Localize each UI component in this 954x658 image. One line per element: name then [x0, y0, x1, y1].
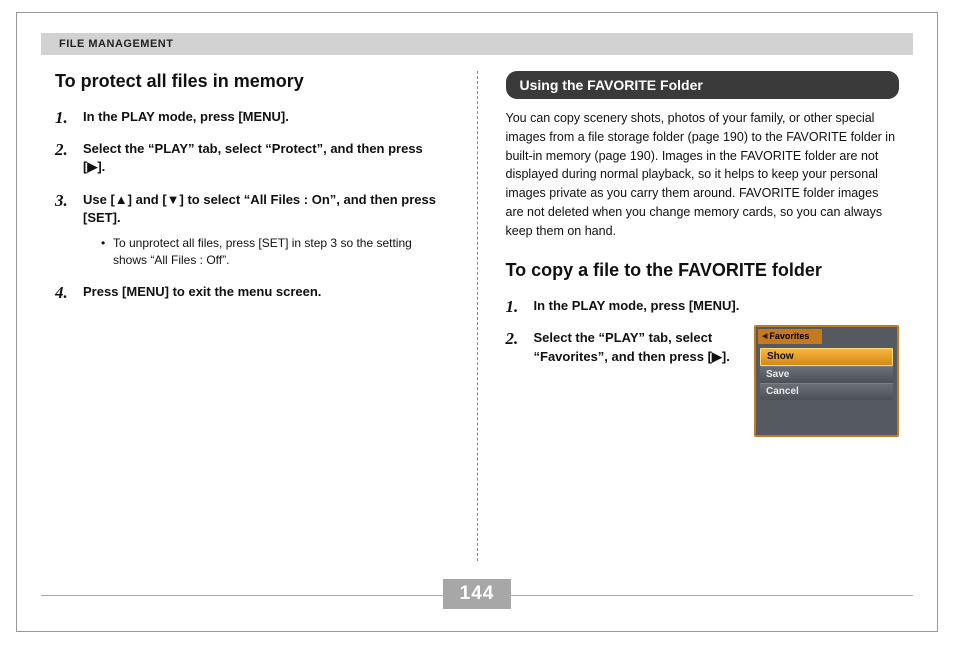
step-text: In the PLAY mode, press [MENU].	[534, 298, 740, 313]
right-heading: To copy a file to the FAVORITE folder	[506, 260, 900, 281]
step-item: Select the “PLAY” tab, select “Favorites…	[506, 329, 900, 437]
section-header-band: FILE MANAGEMENT	[41, 33, 913, 55]
menu-item-cancel: Cancel	[760, 383, 893, 400]
step-text: Select the “PLAY” tab, select “Protect”,…	[83, 141, 423, 174]
manual-page: FILE MANAGEMENT To protect all files in …	[16, 12, 938, 632]
favorite-body-text: You can copy scenery shots, photos of yo…	[506, 109, 900, 240]
step-item: In the PLAY mode, press [MENU].	[506, 297, 900, 315]
step-note: To unprotect all files, press [SET] in s…	[101, 235, 449, 269]
step-item: In the PLAY mode, press [MENU].	[55, 108, 449, 126]
page-number: 144	[443, 579, 511, 609]
step-note-list: To unprotect all files, press [SET] in s…	[83, 235, 449, 269]
left-column: To protect all files in memory In the PL…	[55, 71, 449, 561]
step-text: Press [MENU] to exit the menu screen.	[83, 284, 321, 299]
menu-items: Show Save Cancel	[760, 348, 893, 400]
content-columns: To protect all files in memory In the PL…	[55, 71, 899, 561]
menu-item-save: Save	[760, 366, 893, 383]
right-column: Using the FAVORITE Folder You can copy s…	[506, 71, 900, 561]
column-divider	[477, 71, 478, 561]
step-text: Use [▲] and [▼] to select “All Files : O…	[83, 192, 436, 225]
step-item: Select the “PLAY” tab, select “Protect”,…	[55, 140, 449, 176]
step-text: Select the “PLAY” tab, select “Favorites…	[534, 329, 743, 365]
step-item: Press [MENU] to exit the menu screen.	[55, 283, 449, 301]
favorites-menu-screenshot: Favorites Show Save Cancel	[754, 325, 899, 437]
favorite-pill-header: Using the FAVORITE Folder	[506, 71, 900, 99]
protect-steps: In the PLAY mode, press [MENU]. Select t…	[55, 108, 449, 301]
menu-title: Favorites	[758, 329, 822, 344]
page-footer: 144	[41, 577, 913, 613]
step-item: Use [▲] and [▼] to select “All Files : O…	[55, 191, 449, 269]
step-text: In the PLAY mode, press [MENU].	[83, 109, 289, 124]
left-heading: To protect all files in memory	[55, 71, 449, 92]
section-header-text: FILE MANAGEMENT	[59, 38, 173, 50]
menu-item-show: Show	[760, 348, 893, 366]
copy-steps: In the PLAY mode, press [MENU]. Select t…	[506, 297, 900, 437]
